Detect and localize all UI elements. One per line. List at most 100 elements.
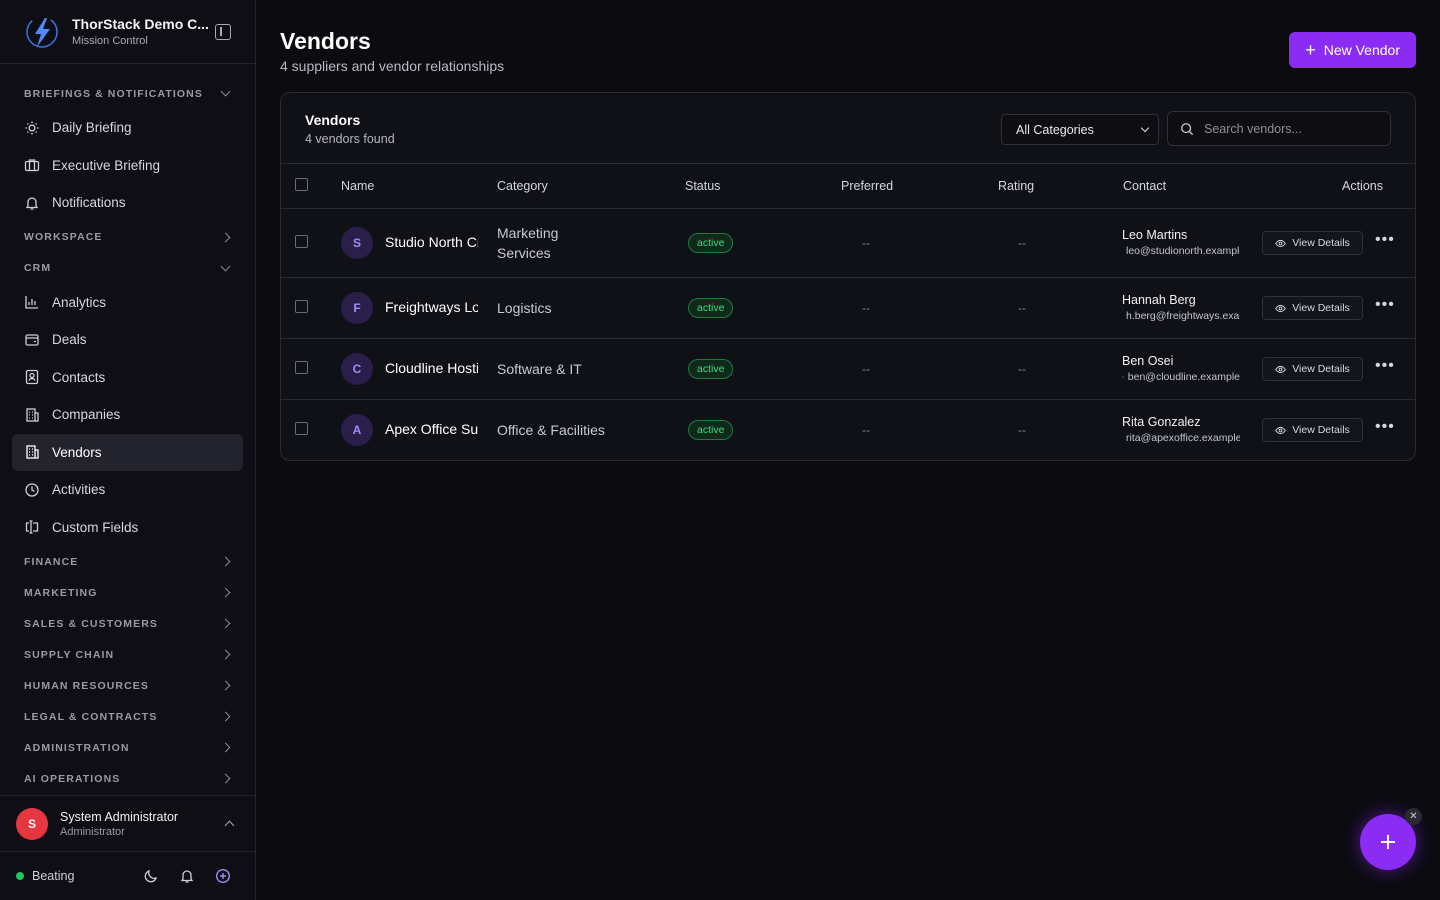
select-all-checkbox[interactable] bbox=[295, 178, 308, 191]
vendor-name[interactable]: Apex Office Supplies bbox=[385, 421, 478, 437]
briefcase-icon bbox=[24, 157, 40, 173]
status-badge: active bbox=[688, 359, 734, 379]
sidebar-item-vendors[interactable]: Vendors bbox=[12, 433, 243, 471]
moon-icon[interactable] bbox=[143, 868, 159, 884]
status-badge: active bbox=[688, 420, 734, 440]
button-label: View Details bbox=[1292, 424, 1350, 436]
button-label: New Vendor bbox=[1323, 42, 1400, 58]
rating-value: -- bbox=[1018, 236, 1026, 250]
section-ai-operations[interactable]: AI OPERATIONS bbox=[0, 763, 255, 794]
building-icon bbox=[24, 407, 40, 423]
contact-email: rita@apexoffice.example bbox=[1126, 432, 1240, 444]
sidebar-item-companies[interactable]: Companies bbox=[12, 396, 243, 434]
col-rating[interactable]: Rating bbox=[998, 179, 1034, 193]
plus-icon bbox=[1381, 835, 1395, 849]
section-label: BRIEFINGS & NOTIFICATIONS bbox=[24, 87, 203, 100]
sidebar-item-daily-briefing[interactable]: Daily Briefing bbox=[12, 109, 243, 147]
sidebar-item-analytics[interactable]: Analytics bbox=[12, 284, 243, 322]
more-options-icon[interactable]: ••• bbox=[1375, 296, 1395, 314]
row-checkbox[interactable] bbox=[295, 235, 308, 248]
sidebar-item-deals[interactable]: Deals bbox=[12, 321, 243, 359]
table-row[interactable]: F Freightways Logistics Logistics active… bbox=[281, 278, 1415, 339]
vendor-avatar: C bbox=[341, 353, 373, 385]
vendor-category: Software & IT bbox=[497, 361, 582, 377]
vendor-category: Logistics bbox=[497, 300, 552, 316]
eye-icon bbox=[1275, 239, 1286, 247]
card-header: Vendors 4 vendors found All Categories S… bbox=[281, 93, 1415, 164]
chevron-right-icon bbox=[220, 711, 231, 722]
sidebar-item-custom-fields[interactable]: Custom Fields bbox=[12, 509, 243, 547]
more-options-icon[interactable]: ••• bbox=[1375, 357, 1395, 375]
more-options-icon[interactable]: ••• bbox=[1375, 418, 1395, 436]
sidebar-item-label: Activities bbox=[52, 482, 106, 498]
section-supply-chain[interactable]: SUPPLY CHAIN bbox=[0, 639, 255, 670]
vendor-name[interactable]: Freightways Logistics bbox=[385, 299, 478, 315]
col-preferred[interactable]: Preferred bbox=[841, 179, 893, 193]
user-menu[interactable]: S System Administrator Administrator bbox=[0, 795, 255, 852]
vendor-name[interactable]: Cloudline Hosting bbox=[385, 360, 478, 376]
sun-icon bbox=[24, 120, 40, 136]
category-filter-select[interactable]: All Categories bbox=[1001, 114, 1159, 145]
sidebar-item-executive-briefing[interactable]: Executive Briefing bbox=[12, 147, 243, 185]
section-crm[interactable]: CRM bbox=[0, 253, 255, 284]
chevron-right-icon bbox=[220, 680, 231, 691]
view-details-button[interactable]: View Details bbox=[1262, 357, 1363, 381]
bell-icon[interactable] bbox=[179, 868, 195, 884]
row-checkbox[interactable] bbox=[295, 422, 308, 435]
contact-name: Ben Osei bbox=[1122, 354, 1174, 368]
col-status[interactable]: Status bbox=[685, 179, 720, 193]
more-options-icon[interactable]: ••• bbox=[1375, 231, 1395, 249]
contact-name: Rita Gonzalez bbox=[1122, 415, 1201, 429]
sidebar-item-label: Analytics bbox=[52, 294, 107, 310]
col-name[interactable]: Name bbox=[341, 179, 374, 193]
sidebar-item-contacts[interactable]: Contacts bbox=[12, 359, 243, 397]
section-marketing[interactable]: MARKETING bbox=[0, 577, 255, 608]
page-subtitle: 4 suppliers and vendor relationships bbox=[280, 58, 505, 74]
col-actions: Actions bbox=[1342, 179, 1383, 193]
workspace-name: ThorStack Demo C... bbox=[72, 16, 209, 32]
preferred-value: -- bbox=[862, 236, 870, 250]
chevron-down-icon bbox=[220, 86, 231, 97]
chevron-right-icon bbox=[220, 649, 231, 660]
section-sales-customers[interactable]: SALES & CUSTOMERS bbox=[0, 608, 255, 639]
vendor-name[interactable]: Studio North Creative bbox=[385, 234, 478, 250]
new-vendor-button[interactable]: + New Vendor bbox=[1289, 32, 1416, 68]
section-label: SUPPLY CHAIN bbox=[24, 648, 115, 661]
section-workspace[interactable]: WORKSPACE bbox=[0, 222, 255, 253]
view-details-button[interactable]: View Details bbox=[1262, 296, 1363, 320]
contact-email: ben@cloudline.example bbox=[1127, 371, 1240, 383]
vendor-avatar: S bbox=[341, 227, 373, 259]
table-row[interactable]: A Apex Office Supplies Office & Faciliti… bbox=[281, 400, 1415, 460]
sidebar-item-notifications[interactable]: Notifications bbox=[12, 184, 243, 222]
chevron-right-icon bbox=[220, 232, 231, 242]
section-administration[interactable]: ADMINISTRATION bbox=[0, 732, 255, 763]
row-checkbox[interactable] bbox=[295, 361, 308, 374]
table-header: Name Category Status Preferred Rating Co… bbox=[281, 164, 1415, 209]
table-row[interactable]: C Cloudline Hosting Software & IT active… bbox=[281, 339, 1415, 400]
view-details-button[interactable]: View Details bbox=[1262, 231, 1363, 255]
section-legal-contracts[interactable]: LEGAL & CONTRACTS bbox=[0, 701, 255, 732]
section-briefings[interactable]: BRIEFINGS & NOTIFICATIONS bbox=[0, 78, 255, 109]
sidebar-item-activities[interactable]: Activities bbox=[12, 471, 243, 509]
view-details-button[interactable]: View Details bbox=[1262, 418, 1363, 442]
contact-book-icon bbox=[24, 369, 40, 385]
contact-name: Hannah Berg bbox=[1122, 293, 1196, 307]
close-icon[interactable]: ✕ bbox=[1405, 808, 1422, 825]
card-title: Vendors bbox=[305, 112, 361, 128]
search-input[interactable]: Search vendors... bbox=[1167, 111, 1391, 146]
add-circle-icon[interactable] bbox=[215, 868, 231, 884]
chevron-right-icon bbox=[220, 556, 231, 567]
select-value: All Categories bbox=[1016, 122, 1094, 137]
section-label: SALES & CUSTOMERS bbox=[24, 617, 159, 630]
sidebar-item-label: Notifications bbox=[52, 195, 126, 211]
table-row[interactable]: S Studio North Creative Marketing Servic… bbox=[281, 209, 1415, 278]
row-checkbox[interactable] bbox=[295, 300, 308, 313]
card-subtitle: 4 vendors found bbox=[305, 132, 395, 146]
section-human-resources[interactable]: HUMAN RESOURCES bbox=[0, 670, 255, 701]
search-icon bbox=[1181, 122, 1194, 135]
vendor-category: Marketing Services bbox=[497, 225, 559, 261]
col-category[interactable]: Category bbox=[497, 179, 548, 193]
collapse-sidebar-icon[interactable] bbox=[215, 24, 231, 40]
section-finance[interactable]: FINANCE bbox=[0, 546, 255, 577]
chevron-up-icon bbox=[224, 820, 235, 831]
